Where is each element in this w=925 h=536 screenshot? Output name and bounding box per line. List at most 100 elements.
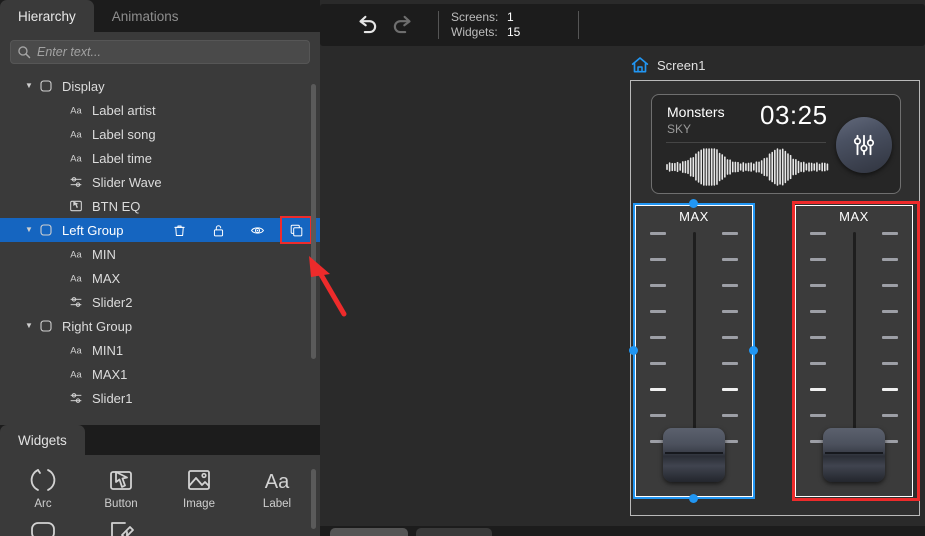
bottom-tab-2[interactable] bbox=[416, 528, 492, 536]
widget-item-arc[interactable]: Arc bbox=[4, 461, 82, 510]
tree-item-icon-wrap bbox=[36, 222, 56, 238]
button-icon bbox=[110, 471, 132, 490]
tree-item-min1[interactable]: Aa MIN1 bbox=[0, 338, 320, 362]
widget-item-label[interactable]: Aa Label bbox=[238, 461, 316, 510]
selection-handle-left[interactable] bbox=[629, 346, 638, 355]
hierarchy-tabstrip: Hierarchy Animations bbox=[0, 0, 320, 32]
left-max-label: MAX bbox=[679, 209, 709, 224]
eye-icon-button[interactable] bbox=[243, 218, 271, 242]
tree-item-icon-wrap bbox=[66, 174, 86, 190]
screen-label-group[interactable]: Screen1 bbox=[630, 55, 705, 75]
tree-item-icon-wrap: Aa bbox=[66, 246, 86, 262]
tree-item-left-group[interactable]: ▼ Left Group bbox=[0, 216, 320, 244]
fader-tick bbox=[722, 336, 738, 339]
tree-item-slider2[interactable]: Slider2 bbox=[0, 290, 320, 314]
tab-widgets-label: Widgets bbox=[18, 432, 67, 448]
duplicate-icon[interactable] bbox=[289, 223, 304, 238]
artist-name: SKY bbox=[667, 122, 692, 136]
widget-item-image[interactable]: Image bbox=[160, 461, 238, 510]
container-icon bbox=[40, 224, 52, 236]
fader-tick bbox=[650, 414, 666, 417]
delete-icon-button[interactable] bbox=[165, 218, 193, 242]
player-widget[interactable]: Monsters SKY 03:25 bbox=[651, 94, 901, 194]
fader-tick bbox=[810, 362, 826, 365]
tree-item-max[interactable]: Aa MAX bbox=[0, 266, 320, 290]
fader-tick bbox=[882, 414, 898, 417]
unlock-icon[interactable] bbox=[211, 223, 226, 238]
tree-item-slider1[interactable]: Slider1 bbox=[0, 386, 320, 410]
tab-animations[interactable]: Animations bbox=[94, 0, 197, 32]
tree-item-label: Label song bbox=[92, 126, 156, 142]
tree-item-icon-wrap: Aa bbox=[66, 366, 86, 382]
fader-tick bbox=[882, 284, 898, 287]
fader-tick bbox=[650, 388, 666, 391]
selection-handle-bottom[interactable] bbox=[689, 494, 698, 503]
fader-tick bbox=[650, 232, 666, 235]
fader-tick bbox=[882, 232, 898, 235]
redo-icon[interactable] bbox=[390, 12, 416, 38]
tree-item-label: MAX1 bbox=[92, 366, 128, 382]
eye-icon[interactable] bbox=[250, 223, 265, 238]
container-icon bbox=[40, 320, 52, 332]
fader-tick bbox=[722, 414, 738, 417]
tab-hierarchy[interactable]: Hierarchy bbox=[0, 0, 94, 32]
label-icon: Aa bbox=[70, 250, 82, 260]
tree-item-label: Left Group bbox=[62, 222, 124, 238]
song-title: Monsters bbox=[667, 104, 725, 120]
tree-item-label-song[interactable]: Aa Label song bbox=[0, 122, 320, 146]
unlock-icon-button[interactable] bbox=[204, 218, 232, 242]
fader-tick bbox=[722, 258, 738, 261]
tree-item-right-group[interactable]: ▼ Right Group bbox=[0, 314, 320, 338]
left-fader-knob[interactable] bbox=[663, 428, 725, 482]
widget-item-icon-wrap: Aa bbox=[256, 463, 298, 497]
widget-item-row2-1[interactable] bbox=[82, 512, 160, 536]
widgets-grid: Arc Button Image Aa Label bbox=[0, 455, 320, 536]
fader-tick bbox=[882, 336, 898, 339]
tree-item-label: Label time bbox=[92, 150, 152, 166]
search-box[interactable] bbox=[10, 40, 310, 64]
svg-text:Aa: Aa bbox=[70, 250, 82, 260]
widgets-scrollbar-thumb[interactable] bbox=[311, 469, 316, 529]
tab-widgets[interactable]: Widgets bbox=[0, 425, 85, 455]
tree-item-label-artist[interactable]: Aa Label artist bbox=[0, 98, 320, 122]
eq-button[interactable] bbox=[836, 117, 892, 173]
left-fader-group[interactable]: MAX bbox=[635, 205, 753, 497]
device-screen[interactable]: Monsters SKY 03:25 MAX MAX bbox=[629, 80, 920, 516]
duplicate-icon-button[interactable] bbox=[280, 216, 312, 244]
arc-icon bbox=[30, 469, 56, 491]
fader-tick bbox=[882, 388, 898, 391]
bottom-tab-1[interactable] bbox=[330, 528, 408, 536]
undo-icon[interactable] bbox=[354, 12, 380, 38]
tree-item-icon-wrap bbox=[36, 318, 56, 334]
tree-item-btn-eq[interactable]: BTN EQ bbox=[0, 194, 320, 218]
widget-item-row2-0[interactable] bbox=[4, 512, 82, 536]
selection-handle-top[interactable] bbox=[689, 199, 698, 208]
widget-item-label: Button bbox=[104, 498, 138, 510]
hierarchy-panel-body: ▼ Display Aa Label artist Aa Label song Aa Labe… bbox=[0, 32, 320, 425]
delete-icon[interactable] bbox=[172, 223, 187, 238]
widget-item-button[interactable]: Button bbox=[82, 461, 160, 510]
tree-item-label: MAX bbox=[92, 270, 121, 286]
expand-caret-icon[interactable]: ▼ bbox=[22, 322, 36, 330]
tree-item-icon-wrap bbox=[36, 78, 56, 94]
tree-item-slider-wave[interactable]: Slider Wave bbox=[0, 170, 320, 194]
hierarchy-scrollbar[interactable] bbox=[311, 54, 316, 409]
widgets-value: 15 bbox=[507, 25, 521, 39]
expand-caret-icon[interactable]: ▼ bbox=[22, 226, 36, 234]
tree-item-label: BTN EQ bbox=[92, 198, 141, 214]
selection-handle-right[interactable] bbox=[749, 346, 758, 355]
search-input[interactable] bbox=[31, 45, 309, 59]
right-fader-knob[interactable] bbox=[823, 428, 885, 482]
tree-item-max1[interactable]: Aa MAX1 bbox=[0, 362, 320, 386]
tree-item-icon-wrap bbox=[66, 390, 86, 406]
tree-item-display[interactable]: ▼ Display bbox=[0, 74, 320, 98]
widgets-panel-body: Arc Button Image Aa Label bbox=[0, 455, 320, 536]
tree-item-label: Right Group bbox=[62, 318, 133, 334]
label-icon: Aa bbox=[70, 106, 82, 116]
widget-item-label: Image bbox=[183, 498, 215, 510]
tree-item-label-time[interactable]: Aa Label time bbox=[0, 146, 320, 170]
expand-caret-icon[interactable]: ▼ bbox=[22, 82, 36, 90]
hierarchy-scrollbar-thumb[interactable] bbox=[311, 84, 316, 359]
right-fader-group[interactable]: MAX bbox=[795, 205, 913, 497]
tree-item-min[interactable]: Aa MIN bbox=[0, 242, 320, 266]
